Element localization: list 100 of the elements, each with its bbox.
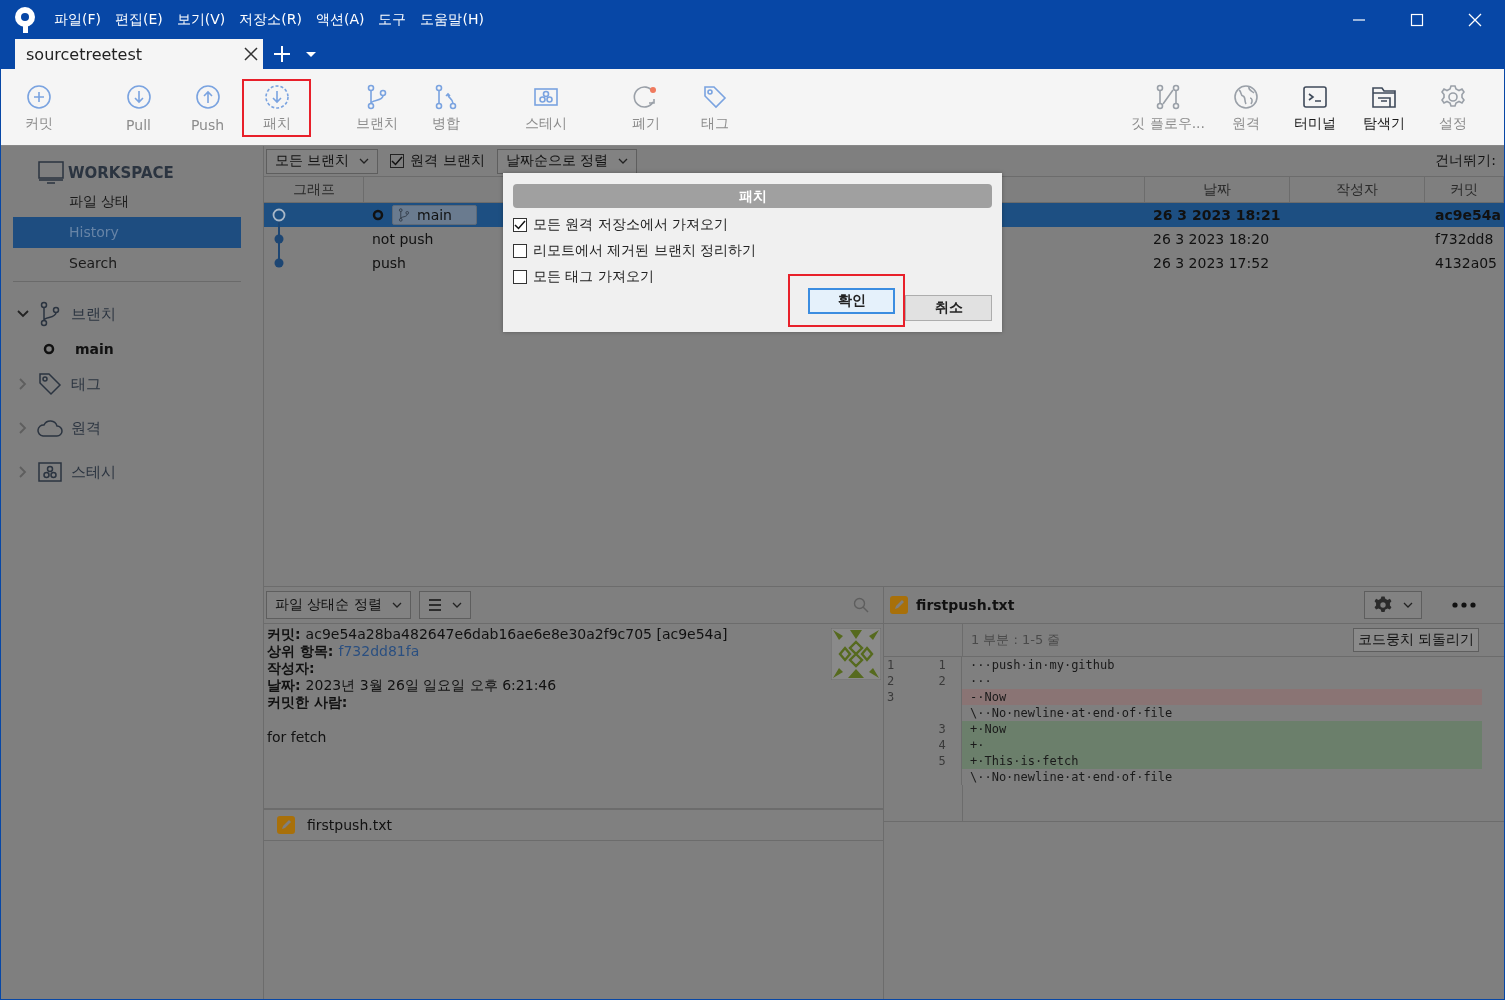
field-label: 날짜: <box>267 677 301 693</box>
list-icon <box>427 599 442 611</box>
pencil-icon <box>890 596 908 614</box>
chevron-down-icon <box>618 158 629 164</box>
sidebar-item[interactable]: Search <box>13 248 241 279</box>
circular-arrow-icon <box>632 84 659 110</box>
up-arrow-circle-icon <box>194 84 221 110</box>
line-number: 3 <box>938 722 946 736</box>
column-header[interactable]: 커밋 <box>1425 177 1504 202</box>
maximize-icon[interactable] <box>1409 11 1425 28</box>
chevron-down-icon <box>1403 602 1413 608</box>
checkbox[interactable] <box>513 270 527 284</box>
folder-icon <box>1370 84 1397 110</box>
file-name: firstpush.txt <box>916 597 1015 613</box>
checkbox[interactable] <box>513 244 527 258</box>
column-header[interactable]: 그래프 <box>264 177 364 202</box>
settings-dropdown[interactable] <box>1364 591 1422 619</box>
section-title[interactable]: 브랜치 <box>71 304 116 324</box>
settings-icon <box>1373 595 1393 615</box>
branch-label: main <box>392 205 477 225</box>
branch-item[interactable]: main <box>75 341 114 357</box>
sort-dropdown[interactable]: 날짜순으로 정렬 <box>496 148 638 174</box>
dashed-down-arrow-circle-icon <box>263 84 290 110</box>
commit-hash[interactable]: 4132a05 <box>1425 255 1504 271</box>
checkbox[interactable] <box>390 154 405 168</box>
field-label: 커밋한 사람: <box>267 694 348 710</box>
commit-hash[interactable]: ac9e54a <box>1425 203 1504 227</box>
tag-icon <box>37 371 63 397</box>
menu-item[interactable]: 저장소(R) <box>239 10 302 29</box>
identicon-drawing <box>831 628 881 680</box>
terminal-icon <box>1301 84 1328 110</box>
column-header[interactable]: 작성자 <box>1290 177 1425 202</box>
checkbox-label: 리모트에서 제거된 브랜치 정리하기 <box>533 242 757 260</box>
section-title: WORKSPACE <box>68 164 174 182</box>
field-value: 2023년 3월 26일 일요일 오후 6:21:46 <box>305 677 557 693</box>
code-line: \··No·newline·at·end·of·file <box>969 769 1174 785</box>
commit-date[interactable]: 26 3 2023 18:20 <box>1145 231 1290 247</box>
dialog-button[interactable]: 취소 <box>905 294 992 321</box>
view-mode-dropdown[interactable] <box>418 591 471 619</box>
commit-message: not push <box>372 231 434 247</box>
field-label: 작성자: <box>267 660 315 676</box>
dialog-title: 패치 <box>513 184 992 208</box>
file-name: firstpush.txt <box>307 817 392 833</box>
tag-icon <box>701 84 728 110</box>
checkbox-label: 모든 태그 가져오기 <box>533 268 654 286</box>
column-header[interactable]: 날짜 <box>1145 177 1290 202</box>
head-marker-icon <box>372 209 384 221</box>
commit-hash[interactable]: f732dd8 <box>1425 231 1504 247</box>
close-icon[interactable] <box>243 46 259 62</box>
line-number: 2 <box>887 674 895 688</box>
commit-date[interactable]: 26 3 2023 17:52 <box>1145 255 1290 271</box>
menu-item[interactable]: 액션(A) <box>315 10 365 29</box>
checkbox-label: 모든 원격 저장소에서 가져오기 <box>533 216 729 234</box>
commit-message: for fetch <box>267 729 328 746</box>
down-arrow-circle-icon <box>125 84 152 110</box>
line-number: 2 <box>938 674 946 688</box>
menu-item[interactable]: 도움말(H) <box>420 10 484 29</box>
chevron-down-icon <box>391 602 402 608</box>
line-number: 4 <box>938 738 946 752</box>
monitor-icon <box>38 161 64 185</box>
field-label: 상위 항목: <box>267 643 334 659</box>
toolbar-button[interactable]: 탐색기 <box>1349 79 1418 137</box>
menu-item[interactable]: 편집(E) <box>115 10 163 29</box>
section-title[interactable]: 태그 <box>71 374 101 394</box>
sidebar-item[interactable]: History <box>13 217 241 248</box>
revert-hunk-button[interactable]: 코드뭉치 되돌리기 <box>1352 628 1479 652</box>
dropdown-caret-icon[interactable] <box>305 51 317 59</box>
chevron-down-icon <box>359 158 370 164</box>
file-sort-dropdown[interactable]: 파일 상태순 정렬 <box>266 591 411 619</box>
chevron-down-icon[interactable] <box>17 308 29 320</box>
branch-filter-dropdown[interactable]: 모든 브랜치 <box>266 148 379 174</box>
menu-item[interactable]: 보기(V) <box>176 10 226 29</box>
settings-icon <box>1439 84 1466 110</box>
section-title[interactable]: 스테시 <box>71 462 116 482</box>
checkbox-label: 원격 브랜치 <box>410 152 485 170</box>
globe-icon <box>1232 84 1259 110</box>
menu-item[interactable]: 파일(F) <box>54 10 101 29</box>
line-number: 1 <box>938 658 946 672</box>
add-tab-icon[interactable] <box>273 45 291 63</box>
line-number: 5 <box>938 754 946 768</box>
stash-icon <box>37 459 63 485</box>
section-title[interactable]: 원격 <box>71 418 101 438</box>
repository-tab[interactable]: sourcetreetest <box>15 39 263 69</box>
field-value: ac9e54a28ba482647e6dab16ae6e8e30a2f9c705 [ac9e54a] <box>305 626 728 642</box>
pencil-icon <box>277 816 295 834</box>
git-flow-icon <box>1155 84 1182 110</box>
line-number: 1 <box>887 658 895 672</box>
commit-message: push <box>372 255 406 271</box>
dialog-button[interactable]: 확인 <box>808 288 895 314</box>
checkbox[interactable] <box>513 218 527 232</box>
chevron-down-icon <box>451 602 462 608</box>
toolbar-button[interactable]: 터미널 <box>1280 79 1349 137</box>
menu-item[interactable]: 도구 <box>378 10 407 29</box>
sidebar-item[interactable]: 파일 상태 <box>13 186 241 217</box>
code-line: ···push·in·my·github <box>969 657 1116 673</box>
more-icon[interactable] <box>1452 602 1476 608</box>
field-label: 커밋: <box>267 626 301 642</box>
commit-date[interactable]: 26 3 2023 18:21 <box>1145 203 1290 227</box>
plus-circle-icon <box>25 84 52 110</box>
branch-icon <box>397 208 411 222</box>
